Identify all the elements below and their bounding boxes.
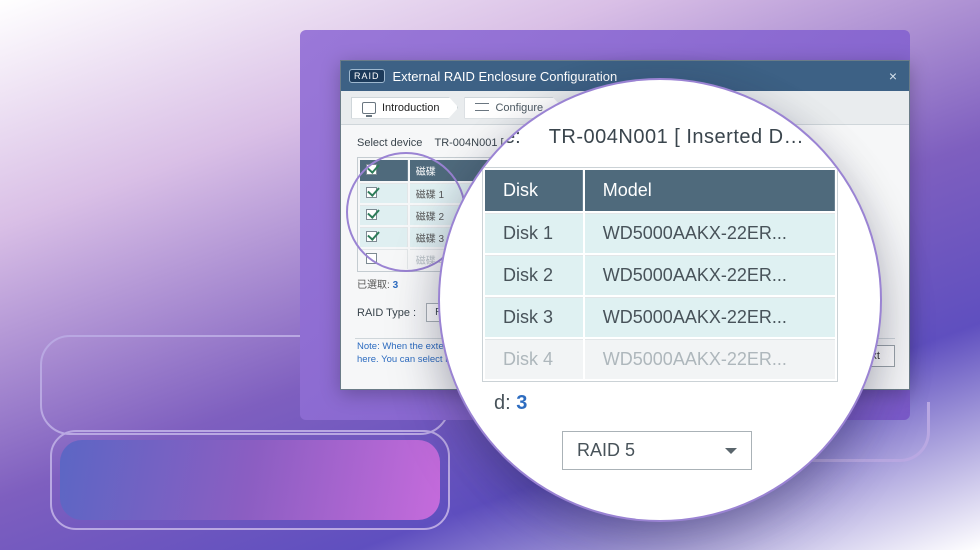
lens-raid-type-dropdown[interactable]: RAID 5	[562, 431, 752, 470]
lens-device-value: TR-004N001 [ Inserted D…	[549, 126, 804, 149]
cell-disk: Disk 1	[485, 213, 583, 253]
lens-column-disk: Disk	[485, 170, 583, 211]
zoom-lens: ce: TR-004N001 [ Inserted D… Disk Model …	[440, 80, 880, 520]
cell-model: WD5000AAKX-22ER...	[585, 339, 835, 379]
close-icon[interactable]: ×	[885, 68, 901, 84]
cell-model: WD5000AAKX-22ER...	[585, 213, 835, 253]
monitor-icon	[362, 102, 376, 114]
table-row[interactable]: Disk 2 WD5000AAKX-22ER...	[485, 255, 835, 295]
cell-disk: Disk 2	[485, 255, 583, 295]
wizard-step-label: Introduction	[382, 102, 439, 114]
lens-device-label-fragment: ce:	[494, 126, 521, 149]
cell-disk: Disk 4	[485, 339, 583, 379]
cell-model: WD5000AAKX-22ER...	[585, 297, 835, 337]
raid-badge: RAID	[349, 69, 385, 83]
cell-disk: Disk 3	[485, 297, 583, 337]
lens-device-row: ce: TR-004N001 [ Inserted D…	[494, 126, 838, 149]
lens-selected-count: d: 3	[494, 392, 838, 415]
cell-model: WD5000AAKX-22ER...	[585, 255, 835, 295]
table-row[interactable]: Disk 1 WD5000AAKX-22ER...	[485, 213, 835, 253]
decorative-card-outline-bottom	[50, 430, 450, 530]
select-device-label: Select device	[357, 137, 422, 149]
table-row[interactable]: Disk 3 WD5000AAKX-22ER...	[485, 297, 835, 337]
table-row[interactable]: Disk 4 WD5000AAKX-22ER...	[485, 339, 835, 379]
lens-column-model: Model	[585, 170, 835, 211]
lens-disk-table: Disk Model Disk 1 WD5000AAKX-22ER... Dis…	[482, 167, 838, 382]
raid-type-label: RAID Type :	[357, 307, 416, 319]
